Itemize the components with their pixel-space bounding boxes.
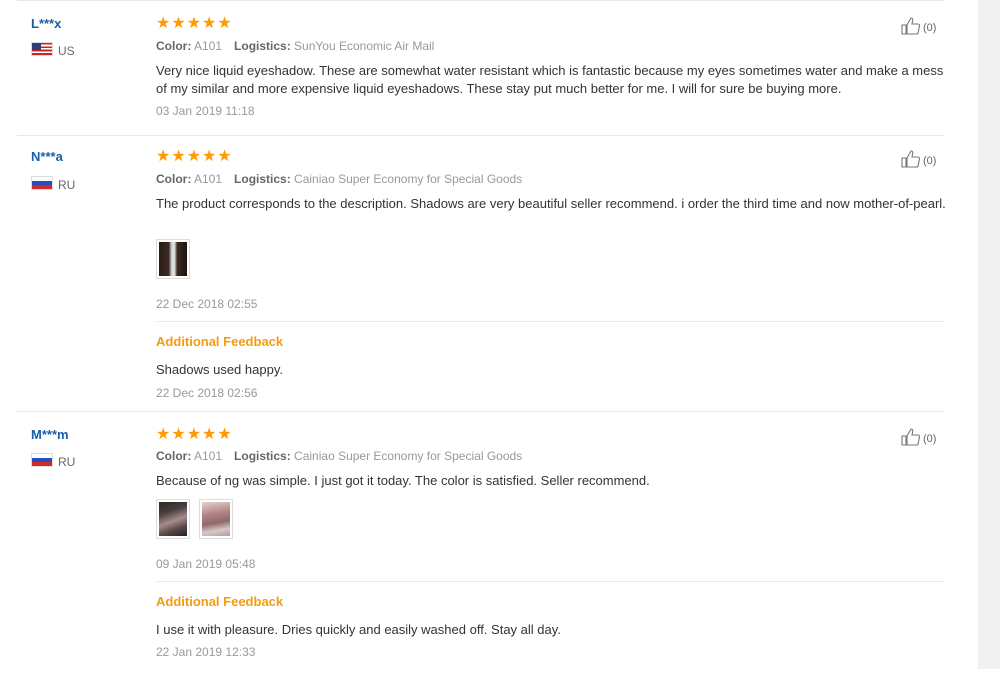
star-rating: ★★★★★ [156,148,233,165]
helpful-button[interactable]: (0) [901,150,936,168]
additional-feedback-date: 22 Jan 2019 12:33 [156,645,256,659]
review-photo[interactable] [156,239,190,279]
photo-thumbnail [202,502,230,536]
star-rating: ★★★★★ [156,15,233,32]
additional-feedback-title: Additional Feedback [156,594,284,609]
review-photos [156,499,242,544]
additional-feedback-title: Additional Feedback [156,334,284,349]
review-text: The product corresponds to the descripti… [156,196,946,211]
reviewer-country: RU [31,453,75,469]
thumbs-up-icon [901,428,921,446]
ru-flag-icon [31,453,53,467]
review-item: L***x US ★★★★★ (0) Color: A101 Logistics:… [17,0,944,136]
review-date: 22 Dec 2018 02:55 [156,297,258,311]
review-date: 03 Jan 2019 11:18 [156,104,255,118]
divider [156,581,944,582]
photo-thumbnail [159,502,187,536]
review-date: 09 Jan 2019 05:48 [156,557,256,571]
order-info: Color: A101 Logistics: Cainiao Super Econ… [156,172,523,186]
review-text: Because of ng was simple. I just got it … [156,473,650,488]
review-item: N***a RU ★★★★★ (0) Color: A101 Logistics:… [17,135,946,412]
review-photos [156,239,199,284]
reviewer-name[interactable]: N***a [31,149,63,164]
thumbs-up-icon [901,17,921,35]
us-flag-icon [31,42,53,56]
divider [156,321,944,322]
additional-feedback-date: 22 Dec 2018 02:56 [156,386,258,400]
reviewer-country: US [31,42,75,58]
reviewer-name[interactable]: M***m [31,427,69,442]
scrollbar[interactable] [978,0,1000,669]
reviewer-name[interactable]: L***x [31,16,61,31]
helpful-button[interactable]: (0) [901,428,936,446]
review-photo[interactable] [156,499,190,539]
review-text: Very nice liquid eyeshadow. These are so… [156,63,944,96]
review-photo[interactable] [199,499,233,539]
additional-feedback-text: Shadows used happy. [156,362,283,377]
photo-thumbnail [159,242,187,276]
additional-feedback-text: I use it with pleasure. Dries quickly an… [156,622,561,637]
order-info: Color: A101 Logistics: Cainiao Super Econ… [156,449,523,463]
order-info: Color: A101 Logistics: SunYou Economic Ai… [156,39,435,53]
ru-flag-icon [31,176,53,190]
helpful-button[interactable]: (0) [901,17,936,35]
reviewer-country: RU [31,176,75,192]
review-item: M***m RU ★★★★★ (0) Color: A101 Logistics:… [17,412,944,682]
star-rating: ★★★★★ [156,426,233,443]
thumbs-up-icon [901,150,921,168]
